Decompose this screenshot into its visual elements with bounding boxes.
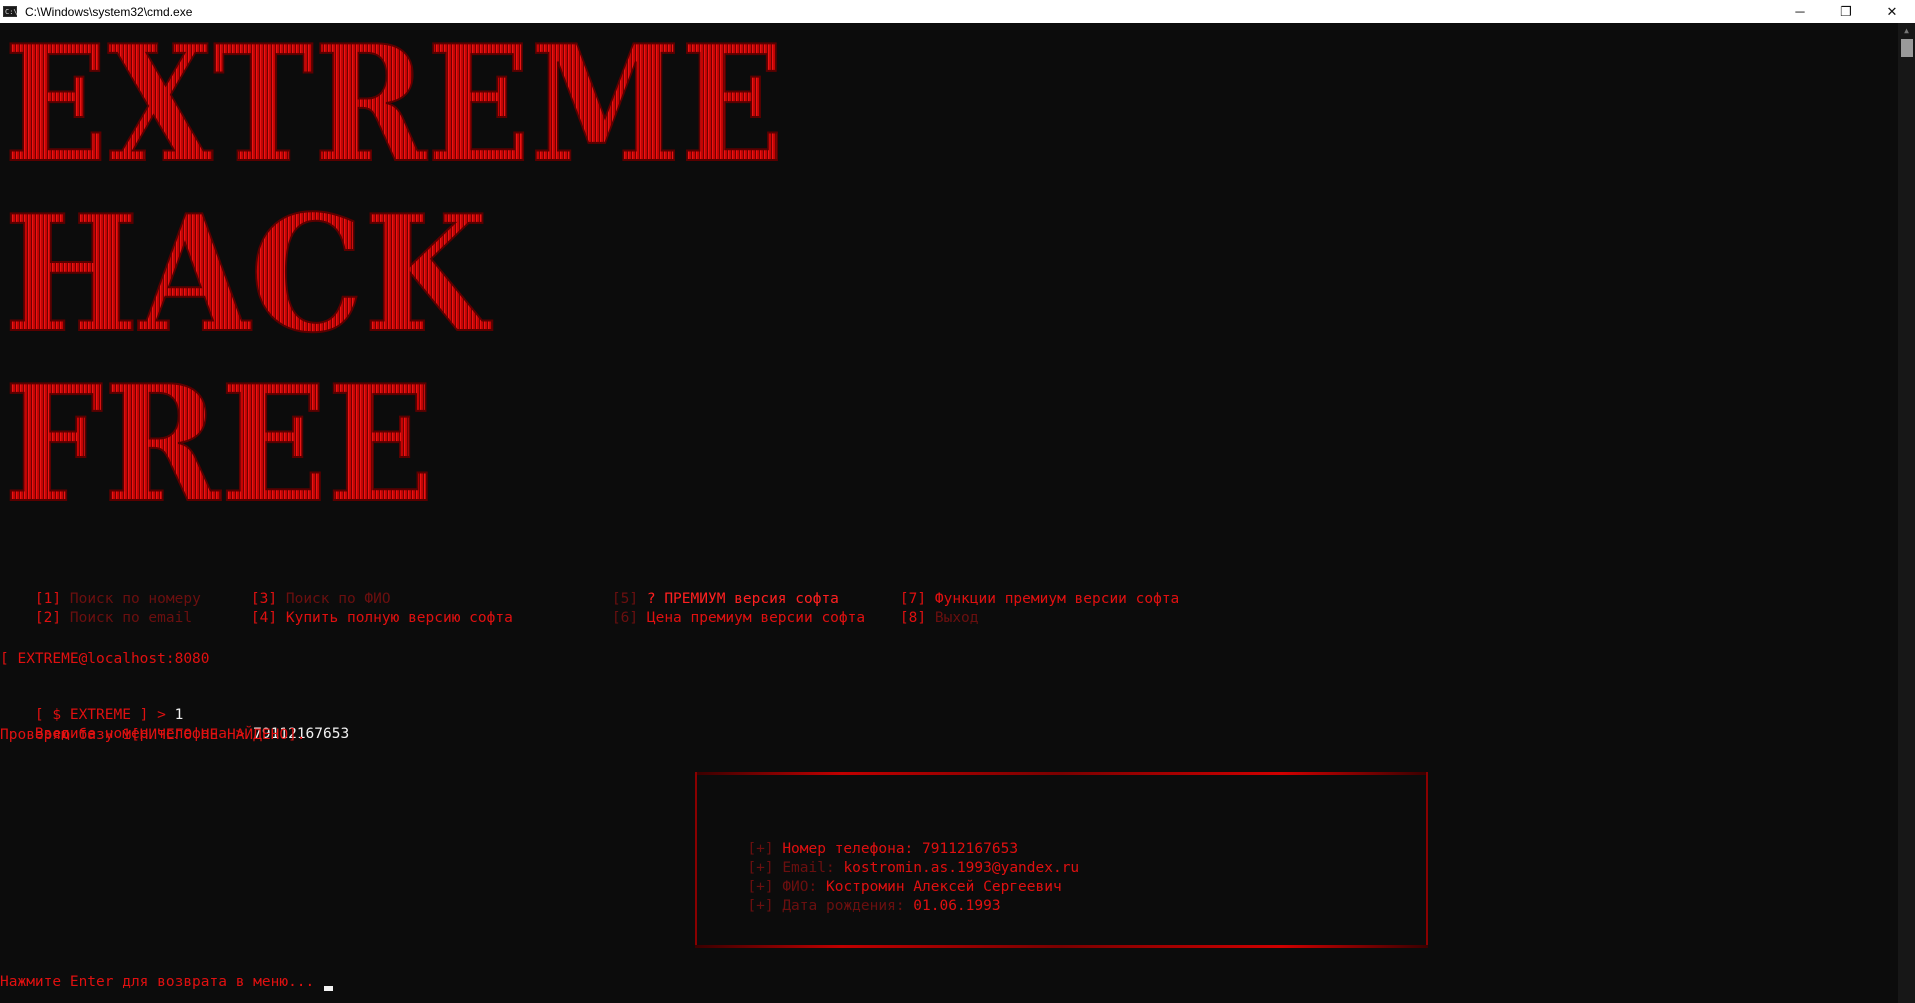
vertical-scrollbar[interactable] (1898, 23, 1915, 1003)
banner-line-free: FREE (4, 350, 434, 538)
console-area[interactable]: EXTREME HACK FREE [1] Поиск по номеру [2… (0, 23, 1898, 1003)
menu-label: Купить полную версию софта (285, 610, 513, 626)
menu-item-6: [6] Цена премиум версии софта (577, 594, 865, 642)
host-line: [ EXTREME@localhost:8080 (0, 651, 210, 667)
result-box: [+] Номер телефона: 79112167653 [+] Emai… (695, 772, 1428, 948)
window-title: C:\Windows\system32\cmd.exe (25, 4, 193, 19)
minimize-button[interactable]: ─ (1777, 0, 1823, 23)
text-cursor (324, 986, 333, 991)
result-value: 01.06.1993 (913, 898, 1001, 914)
result-label: Дата рождения: (782, 898, 905, 914)
menu-key: [4] (250, 610, 278, 626)
result-box-top-border (695, 772, 1428, 775)
title-bar: C:\ C:\Windows\system32\cmd.exe ─ ❐ ✕ (0, 0, 1915, 23)
result-box-right-border (1426, 772, 1428, 948)
menu-label: Выход (934, 610, 979, 626)
scrollbar-thumb[interactable] (1901, 39, 1913, 57)
banner-line-extreme: EXTREME (4, 38, 784, 198)
menu-item-8: [8] Выход (865, 594, 979, 642)
restore-button[interactable]: ❐ (1823, 0, 1869, 23)
result-box-bottom-border (695, 945, 1428, 948)
banner-line-hack: HACK (4, 180, 492, 368)
menu-key: [6] (611, 610, 639, 626)
result-prefix: [+] (747, 898, 774, 914)
close-button[interactable]: ✕ (1869, 0, 1915, 23)
menu-key: [2] (34, 610, 62, 626)
scroll-up-arrow-icon[interactable]: ▲ (1898, 23, 1915, 39)
return-to-menu-prompt: Нажмите Enter для возврата в меню... (0, 974, 315, 990)
menu-label: Цена премиум версии софта (646, 610, 866, 626)
menu-item-4: [4] Купить полную версию софта (216, 594, 513, 642)
menu-key: [8] (899, 610, 927, 626)
ascii-banner: EXTREME HACK FREE (3, 38, 785, 539)
menu-label: Поиск по email (69, 610, 193, 626)
menu-item-2: [2] Поиск по email (0, 594, 192, 642)
cmd-app-icon: C:\ (3, 6, 18, 17)
result-birthdate: [+] Дата рождения: 01.06.1993 (695, 882, 1001, 930)
check-line: Проверяю базу 1[НИЧЕГО НЕ НАЙДЕНО]. (0, 727, 306, 743)
